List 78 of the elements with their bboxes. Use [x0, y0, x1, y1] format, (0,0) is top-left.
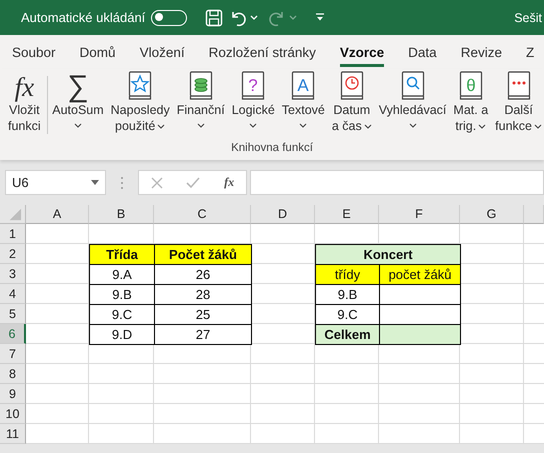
table-cell: 9.D [89, 324, 155, 345]
row-header[interactable]: 7 [0, 344, 26, 364]
group-label: Knihovna funkcí [230, 142, 314, 154]
ribbon-button[interactable]: A Textové [280, 71, 327, 128]
table-cell: 27 [154, 324, 252, 345]
table-cell: 9.A [89, 264, 155, 285]
name-box[interactable]: U6 [5, 170, 106, 195]
column-header[interactable]: B [89, 205, 154, 224]
caret-icon[interactable] [196, 123, 205, 128]
table-cell: třídy [315, 264, 380, 285]
caret-icon[interactable] [74, 123, 82, 128]
caret-icon[interactable] [157, 124, 166, 128]
column-header[interactable]: A [26, 205, 89, 224]
book-icon [340, 71, 364, 101]
ribbon-tab[interactable]: Z [526, 41, 534, 67]
caret-icon[interactable] [534, 124, 542, 128]
row-header[interactable]: 8 [0, 364, 26, 384]
caret-icon[interactable] [478, 124, 486, 128]
grip-icon [120, 176, 124, 190]
column-header[interactable]: G [460, 205, 524, 224]
save-icon[interactable] [205, 8, 224, 26]
table-cell: Celkem [315, 324, 380, 345]
table-cell: Třída [89, 244, 155, 265]
row-header[interactable]: 5 [0, 304, 26, 324]
ribbon-button[interactable]: Datum a čas [330, 71, 374, 134]
ribbon-tab[interactable]: Vložení [140, 41, 185, 67]
ribbon-button[interactable]: ∑ AutoSum [50, 71, 106, 128]
table-cell: 25 [154, 304, 252, 325]
check-icon[interactable] [186, 176, 200, 188]
book-icon [506, 71, 531, 101]
book-icon [128, 71, 152, 101]
table-cell: 26 [154, 264, 252, 285]
table-cell: 9.C [89, 304, 155, 325]
row-header[interactable]: 6 [0, 324, 26, 344]
ribbon-tab[interactable]: Revize [460, 41, 502, 67]
caret-icon[interactable] [249, 123, 258, 128]
column-header[interactable]: F [379, 205, 460, 224]
caret-icon[interactable] [364, 124, 372, 128]
customize-toolbar-icon[interactable] [315, 13, 326, 22]
autosave-toggle[interactable] [151, 10, 188, 26]
ribbon-button[interactable]: Vyhledávací [376, 71, 448, 128]
ribbon-button[interactable]: Další funkce [493, 71, 544, 134]
column-header[interactable]: D [251, 205, 315, 224]
table-cell: 9.C [315, 304, 380, 325]
ribbon-button[interactable]: θ Mat. a trig. [451, 71, 490, 134]
ribbon-button[interactable]: ? Logické [230, 71, 277, 128]
column-header[interactable]: E [315, 205, 379, 224]
row-header[interactable]: 4 [0, 284, 26, 304]
ribbon-tab[interactable]: Soubor [12, 41, 56, 67]
ribbon-button[interactable]: fx Vložit funkci [6, 71, 43, 134]
ribbon-tab[interactable]: Data [408, 41, 437, 67]
document-title: Sešit [514, 10, 542, 24]
row-header[interactable]: 3 [0, 264, 26, 284]
row-header[interactable]: 1 [0, 224, 26, 244]
row-header[interactable]: 2 [0, 244, 26, 264]
caret-icon[interactable] [299, 123, 308, 128]
table-cell: Koncert [315, 244, 461, 265]
column-header[interactable]: C [154, 205, 251, 224]
ribbon-tab[interactable]: Domů [80, 41, 116, 67]
ribbon-button[interactable]: Finanční [174, 71, 227, 128]
table-cell: 9.B [315, 284, 380, 305]
caret-icon[interactable] [408, 123, 417, 128]
autosave-label: Automatické ukládání [21, 10, 146, 25]
row-header[interactable]: 9 [0, 384, 26, 404]
ribbon-button[interactable]: Naposledy použité [108, 71, 172, 134]
sum-icon: ∑ [67, 71, 89, 102]
ribbon-tab[interactable]: Rozložení stránky [208, 41, 316, 67]
book-icon [188, 71, 213, 101]
insert-function-button[interactable]: fx [224, 175, 234, 190]
book-icon [400, 71, 425, 101]
table-cell: 28 [154, 284, 252, 305]
table-cell: 9.B [89, 284, 155, 305]
table-cell: počet žáků [379, 264, 461, 285]
formula-input[interactable] [250, 170, 544, 195]
row-header[interactable]: 11 [0, 424, 26, 444]
function-icon: fx [14, 71, 34, 102]
table-cell: Počet žáků [154, 244, 252, 265]
row-header[interactable]: 10 [0, 404, 26, 424]
